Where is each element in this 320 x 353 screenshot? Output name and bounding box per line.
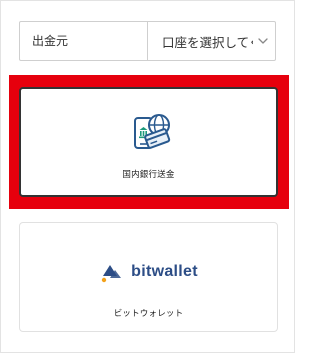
bank-transfer-icon — [133, 114, 170, 149]
withdrawal-panel: 出金元 口座を選択してく 国内銀行送金 bitwallet ビットウォレット — [0, 0, 295, 353]
bitwallet-option[interactable]: bitwallet ビットウォレット — [19, 222, 278, 332]
account-select-value: 口座を選択してく — [162, 34, 253, 50]
bitwallet-label: ビットウォレット — [113, 309, 184, 319]
chevron-down-icon — [258, 38, 268, 44]
domestic-bank-transfer-label: 国内銀行送金 — [122, 170, 175, 180]
account-select[interactable]: 口座を選択してく — [148, 22, 275, 60]
withdrawal-source-label: 出金元 — [20, 22, 148, 60]
withdrawal-source-field: 出金元 口座を選択してく — [19, 21, 276, 61]
bitwallet-logo-text: bitwallet — [131, 263, 198, 280]
bitwallet-logo: bitwallet — [99, 261, 198, 283]
domestic-bank-transfer-option[interactable]: 国内銀行送金 — [19, 87, 278, 197]
bitwallet-logo-icon — [101, 265, 122, 283]
